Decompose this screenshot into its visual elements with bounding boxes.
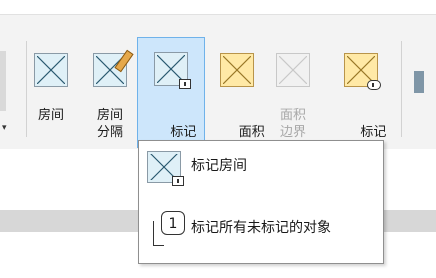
area-boundary-button: 面积 边界	[270, 45, 316, 140]
room-label: 房间	[37, 108, 64, 123]
menu-item-tag-all-not-tagged-label: 标记所有未标记的对象	[191, 220, 331, 236]
tag-room-dropdown-menu: 标记房间 1 标记所有未标记的对象	[138, 140, 384, 264]
tag-badge-icon	[179, 79, 191, 89]
tag-room-icon	[154, 52, 191, 89]
room-button[interactable]: 房间	[29, 45, 73, 137]
tag-all-icon: 1	[153, 211, 187, 246]
ribbon-separator	[26, 41, 27, 137]
ribbon-panel: ▾ 房间 房间 分隔 标记 房间▾ 面积 ▾ 面积 边界	[0, 14, 436, 171]
area-button[interactable]: 面积 ▾	[214, 45, 265, 171]
tag-badge-icon	[367, 80, 381, 90]
tag-room-icon	[147, 151, 184, 186]
menu-item-tag-room[interactable]: 标记房间	[139, 143, 383, 189]
tag-room-button[interactable]: 标记 房间▾	[137, 37, 205, 157]
previous-panel-caret[interactable]: ▾	[2, 123, 7, 133]
tag-number-icon: 1	[161, 211, 185, 235]
area-boundary-label: 面积 边界	[279, 108, 306, 140]
room-icon	[34, 53, 68, 87]
menu-item-tag-room-label: 标记房间	[191, 158, 247, 174]
room-separator-button[interactable]: 房间 分隔	[86, 45, 134, 140]
tag-area-button[interactable]: 标记 面积▾	[330, 45, 392, 157]
area-boundary-icon	[276, 53, 310, 87]
tag-badge-icon	[172, 176, 184, 186]
tag-area-icon	[344, 53, 381, 90]
window-top-strip	[0, 0, 436, 14]
menu-item-tag-all-not-tagged[interactable]: 1 标记所有未标记的对象	[139, 205, 383, 251]
area-text: 面积	[238, 125, 265, 140]
room-separator-icon	[93, 49, 134, 87]
ribbon-separator	[401, 41, 402, 137]
pencil-icon	[114, 49, 134, 73]
room-separator-label: 房间 分隔	[96, 108, 123, 140]
area-icon	[220, 53, 254, 87]
previous-panel-edge	[0, 51, 6, 111]
next-panel-icon[interactable]	[414, 71, 424, 93]
